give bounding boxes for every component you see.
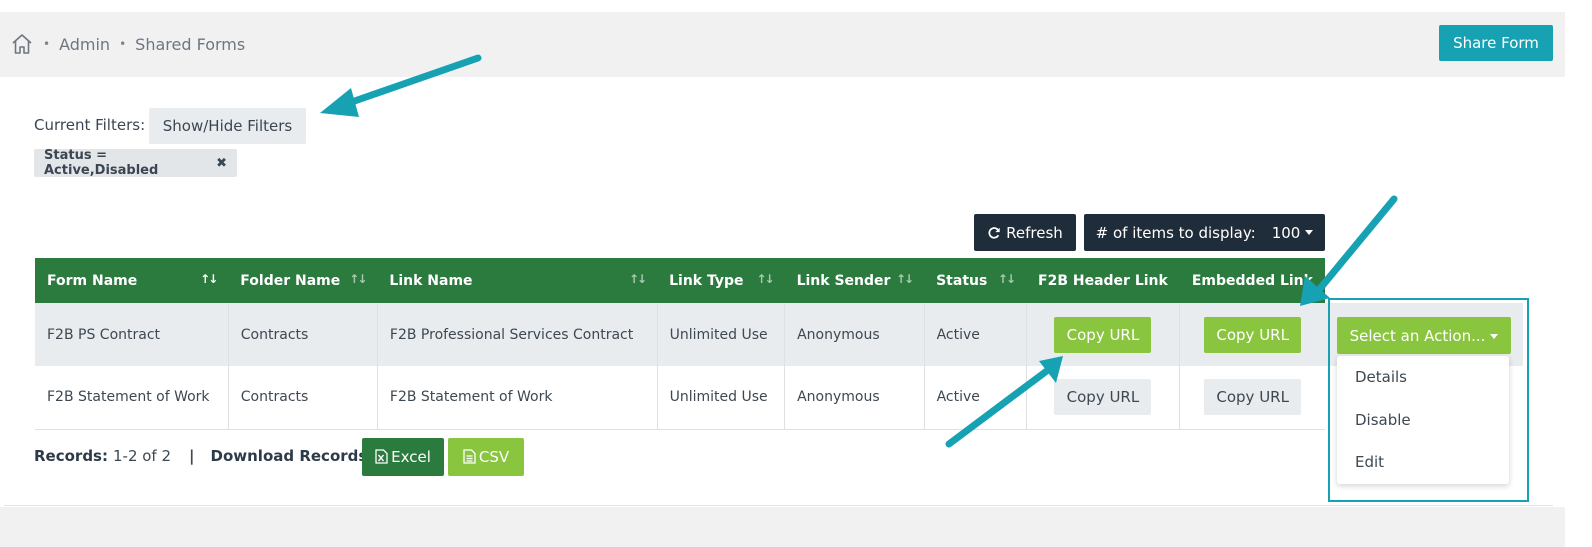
breadcrumb-separator: • (43, 37, 51, 51)
action-menu: Details Disable Edit (1337, 356, 1509, 484)
show-hide-filters-button[interactable]: Show/Hide Filters (149, 108, 306, 144)
select-action-label: Select an Action... (1349, 326, 1486, 345)
caret-down-icon (1305, 230, 1314, 235)
items-to-display-value: 100 (1271, 223, 1301, 242)
footer-separator: | (189, 447, 195, 465)
column-header-link-type[interactable]: Link Type ↑↓ (657, 258, 784, 303)
cell-link-name: F2B Statement of Work (377, 366, 658, 430)
items-to-display-dropdown[interactable]: # of items to display: 100 (1084, 214, 1325, 251)
menu-item-edit[interactable]: Edit (1355, 453, 1384, 471)
table-row: F2B Statement of Work Contracts F2B Stat… (35, 366, 1325, 430)
download-records-label: Download Records (210, 447, 368, 465)
table-header-row: Form Name ↑↓ Folder Name ↑↓ Link Name ↑↓ Li… (35, 258, 1325, 303)
cell-embedded-link: Copy URL (1180, 303, 1325, 366)
column-header-link-sender[interactable]: Link Sender ↑↓ (785, 258, 925, 303)
select-action-dropdown[interactable]: Select an Action... (1337, 317, 1511, 354)
column-header-status[interactable]: Status ↑↓ (924, 258, 1026, 303)
cell-link-type: Unlimited Use (657, 366, 786, 430)
sort-icon[interactable]: ↑↓ (349, 272, 367, 286)
cell-link-name: F2B Professional Services Contract (377, 303, 658, 366)
copy-url-button[interactable]: Copy URL (1054, 379, 1152, 416)
column-header-folder-name[interactable]: Folder Name ↑↓ (228, 258, 377, 303)
records-footer: Records: 1-2 of 2 | Download Records (34, 447, 367, 465)
table-row: F2B PS Contract Contracts F2B Profession… (35, 303, 1325, 366)
share-form-button[interactable]: Share Form (1439, 25, 1553, 61)
sort-icon[interactable]: ↑↓ (998, 272, 1016, 286)
cell-header-link: Copy URL (1026, 303, 1181, 366)
copy-url-button[interactable]: Copy URL (1204, 379, 1302, 416)
sort-icon[interactable]: ↑↓ (896, 272, 914, 286)
excel-download-button[interactable]: Excel (362, 438, 444, 476)
close-icon[interactable]: ✖ (216, 156, 227, 171)
excel-file-icon (375, 449, 388, 464)
cell-embedded-link: Copy URL (1179, 366, 1325, 430)
home-icon[interactable] (10, 32, 34, 56)
column-header-link-name[interactable]: Link Name ↑↓ (377, 258, 657, 303)
items-to-display-label: # of items to display: (1095, 223, 1256, 242)
sort-icon[interactable]: ↑↓ (629, 272, 647, 286)
refresh-icon (987, 226, 1001, 240)
filter-chip-status: Status = Active,Disabled ✖ (34, 148, 237, 178)
breadcrumb-separator: • (119, 37, 127, 51)
cell-folder-name: Contracts (228, 366, 378, 430)
refresh-label: Refresh (1006, 223, 1063, 242)
column-header-embedded-link: Embedded Link (1191, 272, 1313, 289)
breadcrumb: • Admin • Shared Forms (10, 31, 245, 57)
cell-form-name: F2B Statement of Work (35, 366, 229, 430)
csv-file-icon (463, 449, 476, 464)
menu-item-disable[interactable]: Disable (1355, 411, 1411, 429)
footer-band (0, 507, 1565, 547)
excel-label: Excel (391, 448, 431, 466)
records-count: 1-2 of 2 (112, 447, 172, 465)
records-label: Records: (34, 447, 108, 465)
csv-label: CSV (478, 448, 510, 466)
copy-url-button[interactable]: Copy URL (1054, 316, 1152, 353)
breadcrumb-shared-forms: Shared Forms (135, 34, 246, 54)
filter-chip-label: Status = Active,Disabled (44, 148, 159, 178)
current-filters-label: Current Filters: (34, 116, 146, 134)
cell-link-sender: Anonymous (784, 366, 925, 430)
cell-status: Active (924, 303, 1027, 366)
menu-item-details[interactable]: Details (1355, 368, 1407, 386)
breadcrumb-admin[interactable]: Admin (59, 35, 110, 54)
refresh-button[interactable]: Refresh (974, 214, 1076, 251)
sort-icon[interactable]: ↑↓ (756, 272, 774, 286)
caret-down-icon (1490, 333, 1499, 339)
column-header-f2b-header-link: F2B Header Link (1038, 272, 1168, 289)
cell-header-link: Copy URL (1026, 366, 1181, 430)
cell-form-name: F2B PS Contract (35, 303, 229, 366)
shared-forms-table: Form Name ↑↓ Folder Name ↑↓ Link Name ↑↓ Li… (35, 258, 1325, 430)
cell-folder-name: Contracts (228, 303, 378, 366)
cell-status: Active (924, 366, 1027, 430)
csv-download-button[interactable]: CSV (448, 438, 524, 476)
copy-url-button[interactable]: Copy URL (1204, 316, 1302, 353)
sort-icon[interactable]: ↑↓ (200, 272, 218, 286)
cell-link-type: Unlimited Use (657, 303, 786, 366)
column-header-form-name[interactable]: Form Name ↑↓ (35, 258, 228, 303)
cell-link-sender: Anonymous (784, 303, 925, 366)
